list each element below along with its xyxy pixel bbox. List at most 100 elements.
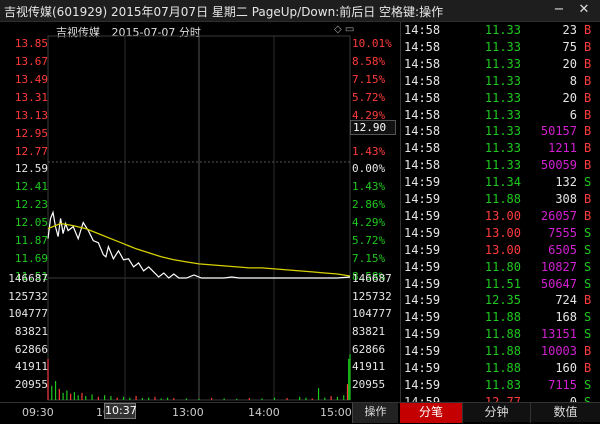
tick-volume: 6	[569, 107, 577, 122]
volume-bar	[129, 397, 131, 400]
minimize-button[interactable]: −	[550, 1, 568, 19]
price-axis-label: 13.13	[14, 108, 48, 122]
volume-axis-label: 62866	[352, 342, 386, 356]
chart-canvas	[47, 35, 351, 401]
percent-axis-label: 7.15%	[352, 72, 386, 86]
tick-side: B	[584, 73, 592, 88]
tab-minutes[interactable]: 分钟	[462, 403, 530, 423]
tick-time: 14:58	[404, 39, 441, 54]
tick-row: 14:59 11.88 13151 S	[401, 327, 600, 344]
price-axis-label: 12.23	[14, 198, 48, 212]
percent-axis-label: 8.58%	[352, 54, 386, 68]
tick-price: 11.33	[484, 107, 521, 122]
tick-side: B	[584, 141, 592, 156]
volume-axis-label: 20955	[352, 378, 386, 391]
tick-volume: 50059	[540, 158, 577, 173]
volume-bar	[54, 381, 57, 400]
tick-volume: 160	[555, 361, 577, 375]
percent-axis-label: 4.29%	[352, 216, 386, 230]
volume-bar	[148, 397, 150, 400]
tick-volume: 50157	[540, 124, 577, 139]
tick-time: 14:59	[404, 208, 441, 223]
tick-volume: 50647	[540, 276, 577, 291]
volume-bar	[51, 385, 53, 400]
volume-axis-label: 146687	[8, 272, 48, 285]
price-axis-label: 11.69	[14, 252, 48, 266]
tick-time: 14:59	[404, 259, 441, 274]
volume-axis-label: 41911	[14, 360, 48, 374]
operate-button[interactable]: 操作	[352, 403, 398, 423]
volume-bar	[273, 397, 276, 400]
volume-bar	[210, 398, 213, 400]
tick-price: 11.88	[484, 192, 521, 206]
volume-bar	[81, 392, 83, 400]
tick-price: 13.00	[484, 225, 521, 240]
tick-row: 14:59 11.51 50647 S	[401, 277, 600, 294]
tick-price: 11.83	[484, 377, 521, 392]
tick-volume: 168	[555, 310, 577, 325]
tick-time: 14:59	[404, 225, 441, 240]
tick-row: 14:58 11.33 20 B	[401, 91, 600, 108]
tick-row: 14:58 11.33 23 B	[401, 23, 600, 40]
price-axis-label: 13.31	[14, 90, 48, 104]
tick-row: 14:58 11.33 8 B	[401, 74, 600, 91]
tick-volume: 132	[555, 175, 577, 190]
percent-axis-label: 7.15%	[352, 252, 386, 266]
tick-row: 14:58 11.33 75 B	[401, 40, 600, 57]
intraday-chart[interactable]: 吉视传媒 2015-07-07 分时 ◇ ▭ 13.85 13.67 13.49 13…	[0, 22, 400, 402]
tick-time: 14:59	[404, 377, 441, 392]
tick-side: S	[584, 242, 592, 257]
volume-bar	[198, 398, 200, 400]
volume-bar	[236, 398, 238, 400]
tick-row: 14:59 11.88 308 B	[401, 192, 600, 209]
price-axis-label: 13.85	[14, 37, 48, 50]
volume-bar	[104, 395, 106, 400]
tick-time: 14:59	[404, 327, 441, 342]
tick-side: B	[584, 361, 592, 375]
volume-bar	[311, 398, 313, 400]
volume-bar	[343, 395, 345, 400]
tick-time: 14:58	[404, 141, 441, 156]
tick-price: 11.33	[484, 73, 521, 88]
tick-time: 14:58	[404, 73, 441, 88]
tick-price: 11.33	[484, 124, 521, 139]
price-axis-label: 13.67	[14, 54, 48, 68]
volume-bar	[77, 395, 79, 400]
tick-price: 11.88	[484, 361, 521, 375]
volume-bar	[122, 396, 125, 400]
tick-volume: 308	[555, 192, 577, 206]
price-axis-label: 12.05	[14, 216, 48, 230]
tick-side: B	[584, 293, 592, 308]
tab-values[interactable]: 数值	[530, 403, 600, 423]
tick-side: B	[584, 107, 592, 122]
tick-volume: 23	[562, 23, 577, 37]
tick-price: 12.35	[484, 293, 521, 308]
tick-row: 14:59 11.34 132 S	[401, 175, 600, 192]
tick-side: B	[584, 158, 592, 173]
tick-side: S	[584, 225, 592, 240]
tick-price: 11.88	[484, 344, 521, 359]
tick-price: 13.00	[484, 242, 521, 257]
volume-bar	[261, 398, 263, 400]
time-axis: 09:30 10:30 13:00 14:00 15:00 10:37 操作	[0, 402, 400, 423]
volume-axis-label: 62866	[14, 342, 48, 356]
volume-bar	[73, 392, 76, 400]
volume-bar	[348, 358, 350, 400]
price-axis-label: 13.49	[14, 72, 48, 86]
tick-side: S	[584, 175, 592, 190]
tick-side: B	[584, 39, 592, 54]
tick-row: 14:58 11.33 50059 B	[401, 158, 600, 175]
volume-bar	[248, 398, 250, 400]
tick-volume: 6505	[548, 242, 577, 257]
volume-bar	[305, 397, 307, 400]
tick-time: 14:59	[404, 175, 441, 190]
tick-side: B	[584, 344, 592, 359]
tab-ticks[interactable]: 分笔	[400, 403, 462, 423]
volume-axis-label: 41911	[352, 360, 386, 374]
close-button[interactable]: ✕	[575, 1, 593, 19]
tick-list[interactable]: 14:58 11.33 23 B 14:58 11.33 75 B 14:58 11.33 20 B 1…	[400, 22, 600, 409]
tick-time: 14:58	[404, 107, 441, 122]
tick-side: B	[584, 23, 592, 37]
tick-row: 14:58 11.33 20 B	[401, 57, 600, 74]
window-title: 吉视传媒(601929) 2015年07月07日 星期二 PageUp/Down…	[4, 5, 444, 19]
